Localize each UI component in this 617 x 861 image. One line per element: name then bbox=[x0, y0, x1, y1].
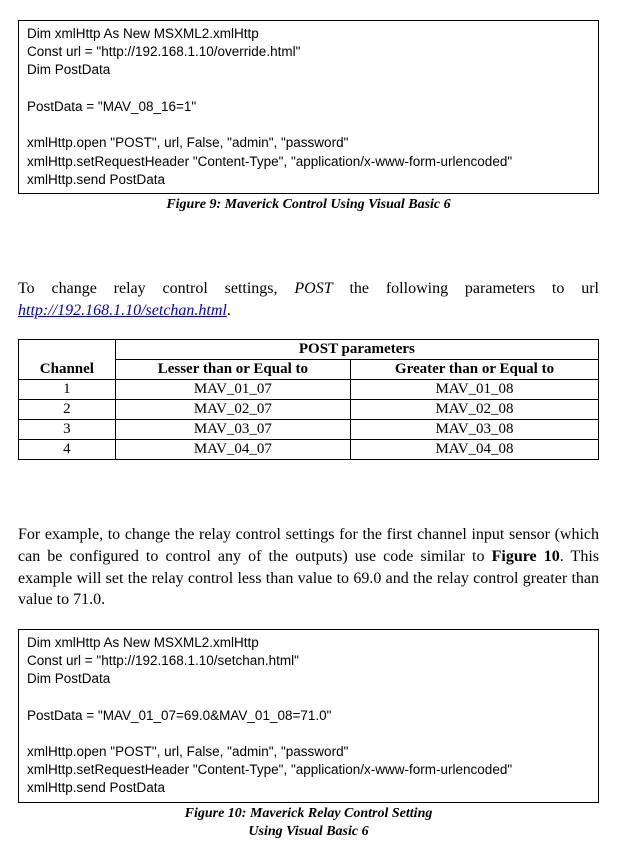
table-row: 3 MAV_03_07 MAV_03_08 bbox=[19, 420, 599, 440]
setchan-url-link[interactable]: http://192.168.1.10/setchan.html bbox=[18, 302, 227, 319]
cell-gte: MAV_01_08 bbox=[350, 380, 598, 400]
col-header-post-params: POST parameters bbox=[115, 340, 598, 360]
code-line: xmlHttp.setRequestHeader "Content-Type",… bbox=[27, 154, 512, 169]
code-line: xmlHttp.send PostData bbox=[27, 172, 165, 187]
code-line: Dim PostData bbox=[27, 62, 110, 77]
paragraph-setchan-intro: To change relay control settings, POST t… bbox=[18, 278, 599, 321]
cell-channel: 3 bbox=[19, 420, 116, 440]
code-line: Const url = "http://192.168.1.10/overrid… bbox=[27, 44, 300, 59]
text: To change relay control settings, bbox=[18, 280, 294, 297]
caption-line: Using Visual Basic 6 bbox=[248, 824, 368, 839]
col-header-lte: Lesser than or Equal to bbox=[115, 360, 350, 380]
col-header-gte: Greater than or Equal to bbox=[350, 360, 598, 380]
col-header-channel: Channel bbox=[19, 340, 116, 380]
cell-lte: MAV_03_07 bbox=[115, 420, 350, 440]
code-line: PostData = "MAV_08_16=1" bbox=[27, 99, 196, 114]
code-line: PostData = "MAV_01_07=69.0&MAV_01_08=71.… bbox=[27, 708, 331, 723]
figure-9-caption: Figure 9: Maverick Control Using Visual … bbox=[18, 196, 599, 214]
http-method: POST bbox=[294, 280, 332, 297]
table-row: 1 MAV_01_07 MAV_01_08 bbox=[19, 380, 599, 400]
cell-gte: MAV_03_08 bbox=[350, 420, 598, 440]
cell-gte: MAV_04_08 bbox=[350, 440, 598, 460]
code-line: xmlHttp.setRequestHeader "Content-Type",… bbox=[27, 762, 512, 777]
text: . bbox=[227, 302, 231, 319]
paragraph-example-intro: For example, to change the relay control… bbox=[18, 524, 599, 610]
post-parameters-table: Channel POST parameters Lesser than or E… bbox=[18, 339, 599, 460]
cell-lte: MAV_02_07 bbox=[115, 400, 350, 420]
table-row: 4 MAV_04_07 MAV_04_08 bbox=[19, 440, 599, 460]
code-line: xmlHttp.send PostData bbox=[27, 780, 165, 795]
cell-lte: MAV_04_07 bbox=[115, 440, 350, 460]
code-line: Dim xmlHttp As New MSXML2.xmlHttp bbox=[27, 26, 259, 41]
cell-lte: MAV_01_07 bbox=[115, 380, 350, 400]
code-line: Dim xmlHttp As New MSXML2.xmlHttp bbox=[27, 635, 259, 650]
caption-line: Figure 10: Maverick Relay Control Settin… bbox=[185, 806, 433, 821]
cell-gte: MAV_02_08 bbox=[350, 400, 598, 420]
code-line: xmlHttp.open "POST", url, False, "admin"… bbox=[27, 744, 348, 759]
table-header-row: Channel POST parameters bbox=[19, 340, 599, 360]
text: the following parameters to url bbox=[333, 280, 599, 297]
code-line: Const url = "http://192.168.1.10/setchan… bbox=[27, 653, 299, 668]
figure-10-caption: Figure 10: Maverick Relay Control Settin… bbox=[18, 805, 599, 841]
table-row: 2 MAV_02_07 MAV_02_08 bbox=[19, 400, 599, 420]
figure-reference: Figure 10 bbox=[492, 548, 560, 565]
code-line: Dim PostData bbox=[27, 671, 110, 686]
code-block-figure-9: Dim xmlHttp As New MSXML2.xmlHttp Const … bbox=[18, 20, 599, 194]
cell-channel: 4 bbox=[19, 440, 116, 460]
code-block-figure-10: Dim xmlHttp As New MSXML2.xmlHttp Const … bbox=[18, 629, 599, 803]
cell-channel: 1 bbox=[19, 380, 116, 400]
cell-channel: 2 bbox=[19, 400, 116, 420]
code-line: xmlHttp.open "POST", url, False, "admin"… bbox=[27, 135, 348, 150]
